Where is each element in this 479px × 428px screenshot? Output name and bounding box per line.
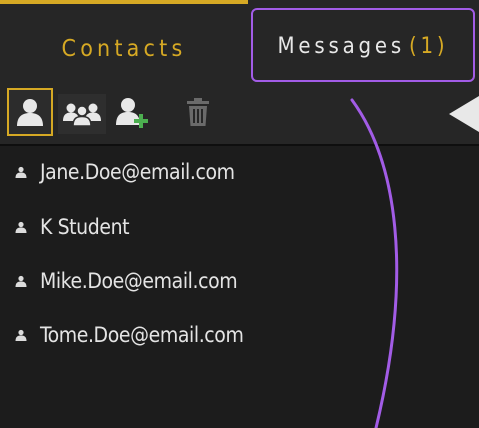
add-contact-button[interactable] (109, 88, 155, 136)
single-contact-button[interactable] (7, 88, 53, 136)
delete-contact-button[interactable] (175, 88, 221, 136)
contact-name: Tome.Doe@email.com (40, 323, 244, 347)
collapse-panel-button[interactable] (447, 96, 479, 132)
user-icon (14, 165, 28, 179)
tab-messages-label: Messages (277, 33, 406, 59)
contact-name: K Student (40, 215, 130, 239)
group-icon (63, 103, 101, 127)
add-user-icon (116, 98, 148, 128)
user-icon (17, 99, 43, 126)
trash-icon (187, 98, 209, 126)
tab-bar: Contacts Messages (1) (0, 0, 479, 84)
group-contacts-button[interactable] (58, 94, 106, 134)
tab-messages[interactable]: Messages (1) (251, 8, 475, 82)
contacts-panel: Contacts Messages (1) Jane.Doe@email.com… (0, 0, 479, 428)
user-icon (14, 274, 28, 288)
contact-item[interactable]: K Student (0, 207, 440, 247)
user-icon (14, 220, 28, 234)
contact-item[interactable]: Jane.Doe@email.com (0, 152, 440, 192)
contact-item[interactable]: Mike.Doe@email.com (0, 261, 440, 301)
user-icon (14, 328, 28, 342)
contact-name: Mike.Doe@email.com (40, 269, 238, 293)
tab-contacts-label: Contacts (61, 36, 187, 62)
triangle-left-icon (449, 96, 479, 132)
contact-name: Jane.Doe@email.com (40, 160, 235, 184)
contact-item[interactable]: Tome.Doe@email.com (0, 315, 440, 355)
tab-contacts[interactable]: Contacts (0, 0, 248, 84)
unread-count-badge: (1) (409, 33, 449, 59)
contact-list: Jane.Doe@email.com K Student Mike.Doe@em… (0, 146, 479, 428)
